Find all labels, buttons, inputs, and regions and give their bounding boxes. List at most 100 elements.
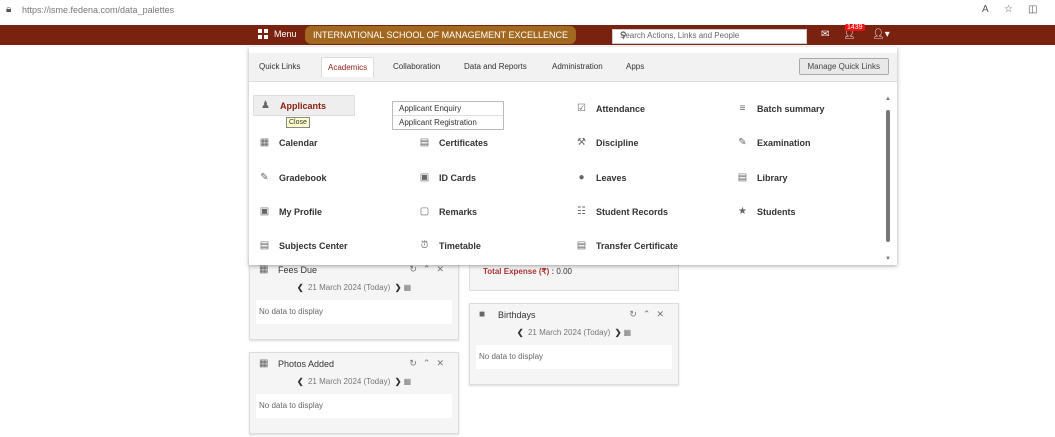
transfer-icon: ▤ xyxy=(576,240,587,251)
tab-academics[interactable]: Academics xyxy=(321,57,375,77)
menu-item-label: Examination xyxy=(757,137,811,148)
expense-row: Total Expense (₹) : 0.00 xyxy=(483,267,572,276)
menu-item-examination[interactable]: ✎ Examination xyxy=(737,137,811,148)
menu-item-gradebook[interactable]: ✎ Gradebook xyxy=(259,172,326,183)
prev-date-button[interactable]: ❮ xyxy=(297,377,304,386)
mail-icon[interactable]: ✉ xyxy=(821,29,829,40)
menu-item-my-profile[interactable]: ▣ My Profile xyxy=(259,206,322,217)
browser-bar: 🔒︎ https://isme.fedena.com/data_palettes… xyxy=(0,0,1055,22)
menu-item-timetable[interactable]: ⏰︎ Timetable xyxy=(419,240,481,251)
applicants-submenu: Applicant Enquiry Applicant Registration xyxy=(392,101,504,130)
menu-item-label: Student Records xyxy=(596,206,669,217)
next-date-button[interactable]: ❯ xyxy=(395,283,402,292)
menu-item-student-records[interactable]: ☷ Student Records xyxy=(576,206,668,217)
menu-label: Menu xyxy=(274,29,297,39)
menu-item-label: Leaves xyxy=(596,172,627,183)
menu-button[interactable]: Menu xyxy=(258,29,297,39)
submenu-item-applicant-enquiry[interactable]: Applicant Enquiry xyxy=(393,102,503,116)
menu-item-certificates[interactable]: ▤ Certificates xyxy=(419,137,488,148)
menu-item-label: Library xyxy=(757,172,788,183)
tab-data-reports[interactable]: Data and Reports xyxy=(464,62,527,71)
students-icon: ★ xyxy=(738,206,747,217)
menu-item-discipline[interactable]: ⚒ Discipline xyxy=(576,137,639,148)
widget-controls[interactable]: ↻⌃✕ xyxy=(409,264,450,275)
expense-value: 0.00 xyxy=(556,267,572,276)
menu-item-label: My Profile xyxy=(279,206,323,217)
widget-controls[interactable]: ↻⌃✕ xyxy=(409,358,450,369)
menu-item-library[interactable]: ▤ Library xyxy=(737,172,788,183)
address-bar[interactable]: https://isme.fedena.com/data_palettes xyxy=(22,5,174,15)
menu-item-label: ID Cards xyxy=(439,172,477,183)
menu-scrollbar[interactable]: ▲ ▼ xyxy=(885,96,891,264)
date-label: 21 March 2024 (Today) xyxy=(527,328,611,337)
empty-message: No data to display xyxy=(259,401,324,410)
menu-item-label: Timetable xyxy=(439,240,481,251)
read-aloud-icon[interactable]: A xyxy=(982,4,989,15)
menu-item-label: Attendance xyxy=(596,103,646,114)
menu-item-label: Students xyxy=(757,206,796,217)
tab-quick-links[interactable]: Quick Links xyxy=(259,62,300,71)
scroll-up-icon[interactable]: ▲ xyxy=(885,96,891,102)
calendar-icon: ▦ xyxy=(259,137,270,148)
menu-item-label: Remarks xyxy=(439,206,478,217)
close-tooltip: Close xyxy=(286,117,310,128)
next-date-button[interactable]: ❯ xyxy=(395,377,402,386)
lock-icon[interactable]: 🔒︎ xyxy=(6,4,11,15)
records-icon: ☷ xyxy=(577,206,586,217)
search-box[interactable]: Search Actions, Links and People ⚲ xyxy=(612,29,807,44)
profile-icon: ▣ xyxy=(259,206,270,217)
menu-item-students[interactable]: ★ Students xyxy=(737,206,796,217)
submenu-item-applicant-registration[interactable]: Applicant Registration xyxy=(393,116,503,129)
menu-item-remarks[interactable]: ▢ Remarks xyxy=(419,206,477,217)
prev-date-button[interactable]: ❮ xyxy=(517,328,524,337)
menu-item-label: Discipline xyxy=(596,137,639,148)
search-icon[interactable]: ⚲ xyxy=(620,30,800,41)
next-date-button[interactable]: ❯ xyxy=(615,328,622,337)
calendar-icon[interactable]: ▦ xyxy=(624,328,632,337)
prev-date-button[interactable]: ❮ xyxy=(297,283,304,292)
favorite-icon[interactable]: ☆ xyxy=(1004,4,1013,15)
menu-item-label: Subjects Center xyxy=(279,240,348,251)
notification-badge: 1439 xyxy=(845,24,865,31)
date-nav: ❮ 21 March 2024 (Today) ❯ ▦ xyxy=(250,377,458,386)
app-header: Menu INTERNATIONAL SCHOOL OF MANAGEMENT … xyxy=(0,24,1055,45)
gradebook-icon: ✎ xyxy=(260,172,269,183)
menu-item-transfer-certificate[interactable]: ▤ Transfer Certificate xyxy=(576,240,678,251)
school-name: INTERNATIONAL SCHOOL OF MANAGEMENT EXCEL… xyxy=(305,26,577,44)
menu-item-id-cards[interactable]: ▣ ID Cards xyxy=(419,172,476,183)
scroll-thumb[interactable] xyxy=(886,110,890,242)
calendar-icon[interactable]: ▦ xyxy=(404,377,412,386)
widget-controls[interactable]: ↻⌃✕ xyxy=(629,309,670,320)
scroll-down-icon[interactable]: ▼ xyxy=(885,256,891,262)
user-plus-icon: ♟ xyxy=(261,100,270,111)
manage-quick-links-button[interactable]: Manage Quick Links xyxy=(798,58,889,75)
date-label: 21 March 2024 (Today) xyxy=(307,377,391,386)
widget-title: Photos Added xyxy=(278,359,335,369)
menu-item-label: Transfer Certificate xyxy=(596,240,679,251)
split-screen-icon[interactable]: ◫ xyxy=(1028,4,1037,15)
date-nav: ❮ 21 March 2024 (Today) ❯ ▦ xyxy=(250,283,458,292)
menu-item-attendance[interactable]: ☑ Attendance xyxy=(576,103,645,114)
menu-item-leaves[interactable]: ● Leaves xyxy=(576,172,627,183)
menu-item-subjects-center[interactable]: ▤ Subjects Center xyxy=(259,240,348,251)
grid-icon xyxy=(258,29,268,39)
empty-message: No data to display xyxy=(259,307,324,316)
remarks-icon: ▢ xyxy=(419,206,430,217)
user-menu-icon[interactable]: 👤︎▾ xyxy=(872,29,890,40)
menu-item-calendar[interactable]: ▦ Calendar xyxy=(259,137,318,148)
menu-item-batch-summary[interactable]: ≡ Batch summary xyxy=(737,103,825,114)
tab-administration[interactable]: Administration xyxy=(552,62,603,71)
examination-icon: ✎ xyxy=(738,137,747,148)
tab-apps[interactable]: Apps xyxy=(626,62,644,71)
batch-icon: ≡ xyxy=(739,103,746,114)
menu-item-applicants[interactable]: ♟ Applicants xyxy=(253,95,356,116)
widget-title: Fees Due xyxy=(278,265,318,275)
tab-collaboration[interactable]: Collaboration xyxy=(393,62,440,71)
menu-tabs: Quick Links Academics Collaboration Data… xyxy=(249,53,897,82)
calendar-icon[interactable]: ▦ xyxy=(404,283,412,292)
cake-icon: ■ xyxy=(479,309,486,320)
id-card-icon: ▣ xyxy=(419,172,430,183)
timetable-icon: ⏰︎ xyxy=(420,240,429,251)
discipline-icon: ⚒ xyxy=(577,137,586,148)
widget-photos-added: ▦ Photos Added ↻⌃✕ ❮ 21 March 2024 (Toda… xyxy=(249,352,459,434)
